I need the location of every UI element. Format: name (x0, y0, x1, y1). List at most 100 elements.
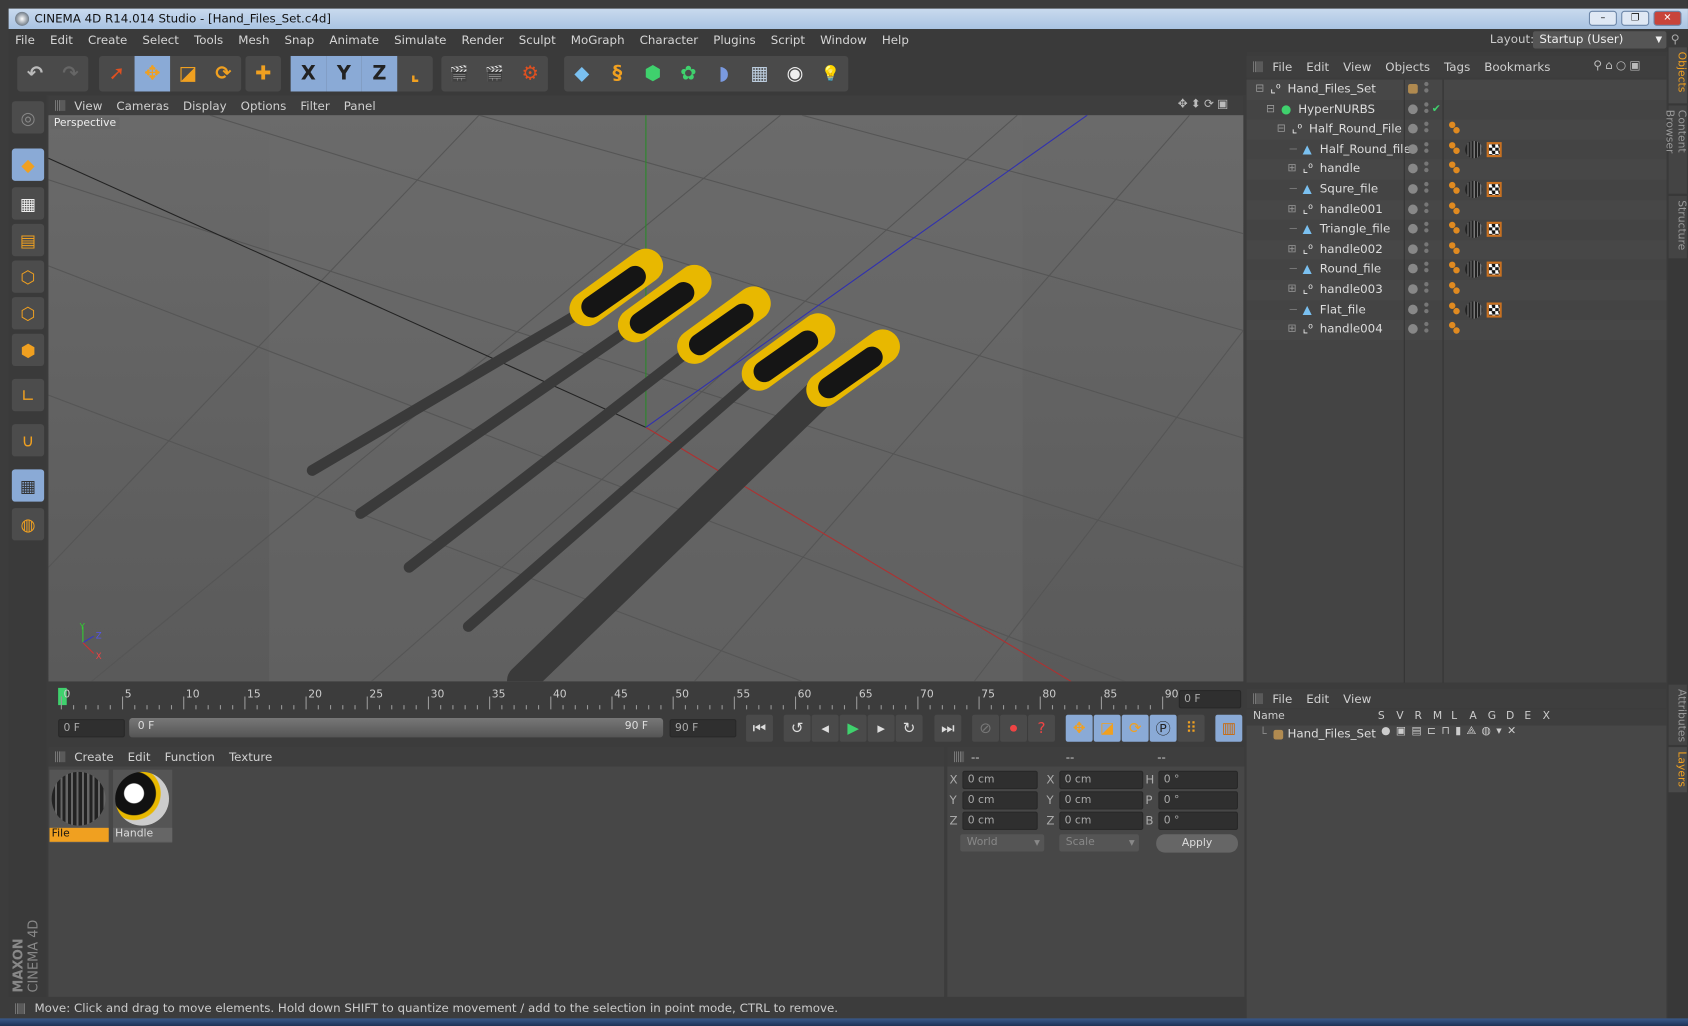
menu-window[interactable]: Window (820, 33, 867, 47)
menu-file[interactable]: File (15, 33, 35, 47)
phong-tag-icon[interactable] (1448, 161, 1456, 169)
editor-visibility-dot[interactable] (1408, 244, 1418, 254)
key-scale-button[interactable]: ◪ (1093, 714, 1121, 742)
menu-objects[interactable]: Objects (1385, 60, 1430, 74)
layer-color-icon[interactable] (1408, 83, 1418, 94)
mograph-button[interactable]: ✿ (671, 56, 707, 92)
material-tag-icon[interactable] (1465, 140, 1483, 159)
menu-snap[interactable]: Snap (285, 33, 315, 47)
menu-edit[interactable]: Edit (1306, 60, 1329, 74)
menu-create[interactable]: Create (74, 750, 113, 764)
autokey-button[interactable]: ⏺ (1000, 714, 1027, 742)
menu-mesh[interactable]: Mesh (238, 33, 269, 47)
goto-end-button[interactable]: ⏭ (934, 714, 962, 742)
editor-visibility-dot[interactable] (1408, 164, 1418, 174)
object-row[interactable]: ─ ▲ Triangle_file (1247, 220, 1667, 240)
menu-file[interactable]: File (1272, 60, 1292, 74)
phong-tag-icon[interactable] (1448, 181, 1456, 189)
menu-file[interactable]: File (1272, 692, 1292, 706)
menu-plugins[interactable]: Plugins (713, 33, 755, 47)
uvw-tag-icon[interactable] (1486, 141, 1502, 157)
phong-tag-icon[interactable] (1448, 302, 1456, 309)
menu-character[interactable]: Character (640, 33, 698, 47)
menu-edit[interactable]: Edit (50, 33, 73, 47)
editor-visibility-dot[interactable] (1408, 264, 1418, 274)
layer-toggle-icons[interactable]: ●▣▤⊏⊓▮⟁◍▾✕ (1381, 726, 1521, 738)
point-mode-icon[interactable]: ⬡ (11, 260, 45, 293)
object-name[interactable]: Half_Round_File (1309, 120, 1402, 139)
render-visibility-dots[interactable] (1424, 81, 1429, 87)
object-row[interactable]: ─ ▲ Flat_file (1247, 300, 1667, 320)
menu-script[interactable]: Script (771, 33, 805, 47)
object-manager-tools-icons[interactable]: ⚲⌂○▣ (1593, 58, 1644, 72)
render-visibility-dots[interactable] (1424, 161, 1429, 167)
object-name[interactable]: handle001 (1320, 200, 1383, 219)
collapse-icon[interactable]: ⊟ (1266, 100, 1275, 119)
phong-tag-icon[interactable] (1448, 282, 1456, 289)
object-name[interactable]: Triangle_file (1320, 220, 1390, 239)
editor-visibility-dot[interactable] (1408, 204, 1418, 214)
collapse-icon[interactable]: ⊟ (1255, 80, 1264, 99)
layer-color-swatch[interactable] (1273, 729, 1284, 740)
object-row[interactable]: ⊟ ⌞⁰ Hand_Files_Set (1246, 79, 1667, 100)
x-axis-lock-button[interactable]: X (290, 55, 327, 92)
prev-key-button[interactable]: ↺ (783, 714, 811, 742)
camera-button[interactable]: ◉ (777, 56, 813, 92)
render-visibility-dots[interactable] (1424, 221, 1429, 227)
editor-visibility-dot[interactable] (1408, 144, 1418, 154)
menu-display[interactable]: Display (183, 98, 227, 112)
menu-panel[interactable]: Panel (344, 98, 376, 112)
menu-bookmarks[interactable]: Bookmarks (1484, 60, 1550, 74)
editor-visibility-dot[interactable] (1408, 224, 1418, 234)
cube-object-button[interactable]: ◆ (564, 56, 600, 92)
menu-view[interactable]: View (1343, 60, 1371, 74)
live-select-button[interactable]: ➚ (99, 56, 135, 92)
expand-icon[interactable]: ⊞ (1287, 200, 1296, 219)
render-visibility-dots[interactable] (1424, 302, 1429, 307)
collapse-icon[interactable]: ⊟ (1277, 120, 1286, 139)
close-button[interactable]: ✕ (1653, 10, 1682, 26)
polygon-mode-icon[interactable]: ⬢ (11, 333, 45, 367)
layer-column-r[interactable]: R (1415, 710, 1422, 722)
menu-mograph[interactable]: MoGraph (571, 33, 625, 47)
start-frame-field[interactable]: 0 F (58, 719, 125, 738)
object-name[interactable]: Squre_file (1320, 180, 1378, 199)
material-tag-icon[interactable] (1465, 260, 1483, 279)
viewport-perspective[interactable]: Y Z X Perspective (48, 115, 1244, 682)
render-settings-button[interactable]: ⚙ (512, 56, 548, 92)
phong-tag-icon[interactable] (1448, 322, 1456, 329)
phong-tag-icon[interactable] (1448, 262, 1456, 269)
coordinate-field[interactable]: 0 ° (1158, 791, 1238, 810)
coordinate-field[interactable]: 0 cm (1059, 770, 1144, 790)
search-icon[interactable]: ⚲ (1671, 32, 1680, 46)
material-file[interactable]: File (49, 769, 109, 843)
menu-texture[interactable]: Texture (229, 750, 272, 764)
texture-mode-icon[interactable]: ▦ (11, 187, 45, 220)
menu-simulate[interactable]: Simulate (394, 33, 446, 47)
render-visibility-dots[interactable] (1424, 201, 1429, 207)
layer-column-d[interactable]: D (1506, 710, 1514, 722)
render-visibility-dots[interactable] (1424, 322, 1429, 327)
current-frame-field[interactable]: 0 F (1178, 690, 1242, 709)
make-editable-icon[interactable]: ◎ (11, 101, 45, 134)
uvw-tag-icon[interactable] (1486, 302, 1502, 318)
menu-select[interactable]: Select (142, 33, 179, 47)
play-button[interactable]: ▶ (839, 714, 867, 742)
coordinate-field[interactable]: 0 cm (1059, 811, 1144, 830)
frame-range-slider[interactable]: 0 F 90 F (129, 718, 664, 738)
key-position-button[interactable]: ✥ (1065, 714, 1093, 742)
axis-mode-icon[interactable]: ∟ (11, 378, 45, 412)
layer-column-e[interactable]: E (1524, 710, 1531, 722)
render-picture-viewer-button[interactable]: 🎬 (477, 56, 513, 92)
tab-attributes[interactable]: Attributes (1668, 684, 1687, 745)
render-visibility-dots[interactable] (1424, 262, 1429, 267)
phong-tag-icon[interactable] (1448, 221, 1456, 229)
render-visibility-dots[interactable] (1424, 121, 1429, 127)
object-row[interactable]: ⊟ ● HyperNURBS ✔ (1247, 100, 1667, 120)
expand-icon[interactable]: ⊞ (1287, 280, 1296, 299)
phong-tag-icon[interactable] (1448, 141, 1456, 149)
object-name[interactable]: Flat_file (1320, 300, 1366, 319)
layer-column-x[interactable]: X (1543, 710, 1550, 722)
viewport-nav-icons[interactable]: ✥⬍⟳▣ (1178, 97, 1232, 111)
render-visibility-dots[interactable] (1424, 241, 1429, 247)
